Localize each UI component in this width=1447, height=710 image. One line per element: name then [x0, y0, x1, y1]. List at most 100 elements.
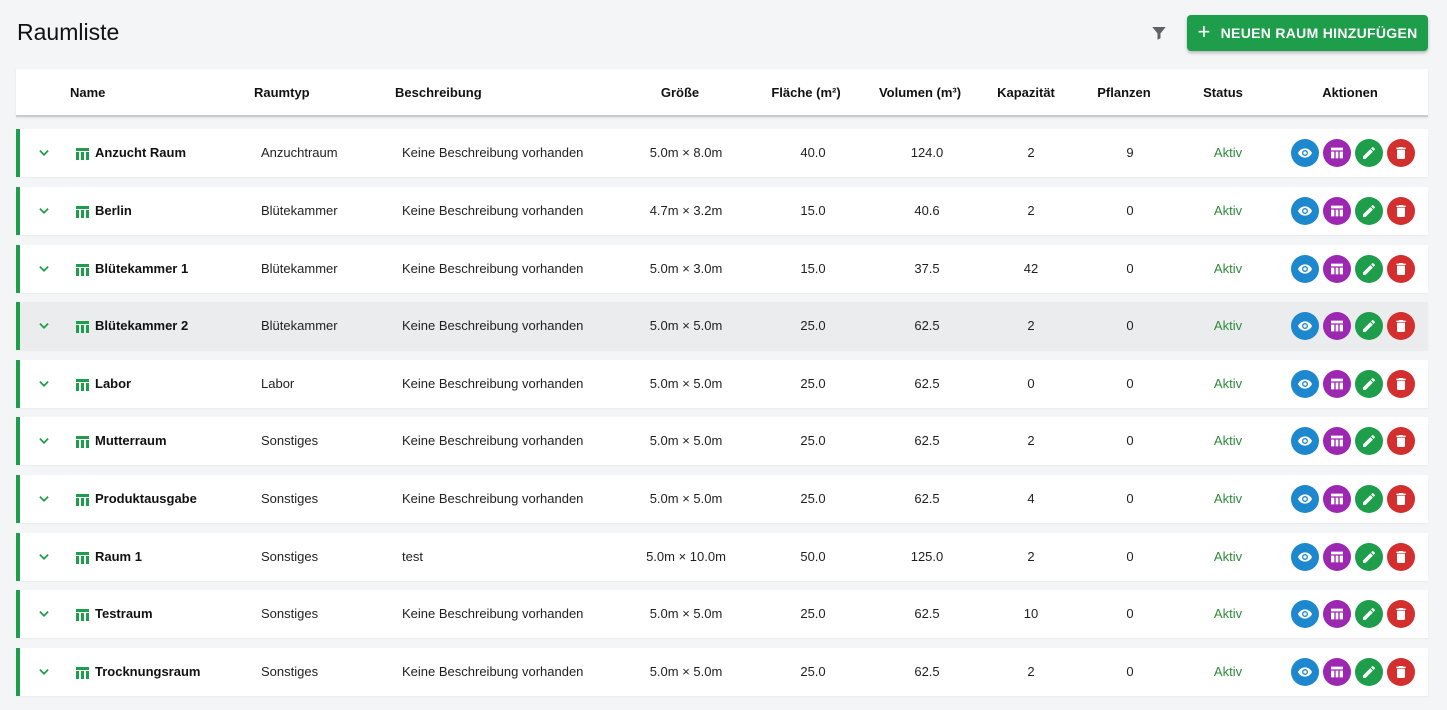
- view-button[interactable]: [1291, 312, 1319, 340]
- table-row[interactable]: Testraum Sonstiges Keine Beschreibung vorh…: [16, 590, 1428, 638]
- layout-button[interactable]: [1323, 370, 1351, 398]
- table-row[interactable]: Mutterraum Sonstiges Keine Beschreibung vo…: [16, 417, 1428, 465]
- table-row[interactable]: Raum 1 Sonstiges test 5.0m × 10.0m 50.0 125.0…: [16, 533, 1428, 581]
- edit-button[interactable]: [1355, 658, 1383, 686]
- edit-button[interactable]: [1355, 427, 1383, 455]
- view-button[interactable]: [1291, 139, 1319, 167]
- room-table-icon: [76, 263, 89, 276]
- layout-button[interactable]: [1323, 658, 1351, 686]
- layout-button[interactable]: [1323, 255, 1351, 283]
- filter-button[interactable]: [1147, 21, 1171, 45]
- delete-button[interactable]: [1387, 370, 1415, 398]
- row-actions: [1291, 485, 1415, 513]
- table-row[interactable]: Labor Labor Keine Beschreibung vorhanden 5.…: [16, 360, 1428, 408]
- cell-volume: 125.0: [910, 549, 944, 564]
- pencil-icon: [1363, 204, 1375, 217]
- cell-status: Aktiv: [1213, 664, 1243, 679]
- table-row[interactable]: Anzucht Raum Anzuchtraum Keine Beschreibun…: [16, 129, 1428, 177]
- edit-button[interactable]: [1355, 255, 1383, 283]
- edit-button[interactable]: [1355, 543, 1383, 571]
- view-button[interactable]: [1291, 600, 1319, 628]
- eye-icon: [1298, 436, 1312, 446]
- delete-button[interactable]: [1387, 139, 1415, 167]
- cell-area: 25.0: [800, 664, 826, 679]
- row-actions: [1291, 255, 1415, 283]
- table-layout-icon: [1331, 551, 1343, 563]
- table-row[interactable]: Berlin Blütekammer Keine Beschreibung vorh…: [16, 187, 1428, 235]
- edit-button[interactable]: [1355, 600, 1383, 628]
- column-header-area[interactable]: Fläche (m²): [771, 85, 840, 100]
- column-header-volume[interactable]: Volumen (m³): [879, 85, 961, 100]
- cell-status: Aktiv: [1213, 491, 1243, 506]
- table-row[interactable]: Produktausgabe Sonstiges Keine Beschreibun…: [16, 475, 1428, 523]
- add-room-button[interactable]: + NEUEN RAUM HINZUFÜGEN: [1187, 15, 1428, 51]
- chevron-down-icon[interactable]: [37, 146, 51, 160]
- layout-button[interactable]: [1323, 427, 1351, 455]
- delete-button[interactable]: [1387, 255, 1415, 283]
- delete-button[interactable]: [1387, 543, 1415, 571]
- delete-button[interactable]: [1387, 312, 1415, 340]
- table-layout-icon: [1331, 608, 1343, 620]
- view-button[interactable]: [1291, 485, 1319, 513]
- trash-icon: [1396, 263, 1406, 275]
- layout-button[interactable]: [1323, 312, 1351, 340]
- edit-button[interactable]: [1355, 370, 1383, 398]
- column-header-capacity[interactable]: Kapazität: [997, 85, 1055, 100]
- trash-icon: [1396, 320, 1406, 332]
- cell-plants: 0: [1126, 203, 1134, 218]
- chevron-down-icon[interactable]: [37, 262, 51, 276]
- layout-button[interactable]: [1323, 197, 1351, 225]
- column-header-status[interactable]: Status: [1203, 85, 1243, 100]
- edit-button[interactable]: [1355, 312, 1383, 340]
- cell-description: test: [402, 549, 423, 564]
- chevron-down-icon[interactable]: [37, 319, 51, 333]
- column-header-description[interactable]: Beschreibung: [395, 85, 482, 100]
- view-button[interactable]: [1291, 543, 1319, 571]
- room-table-icon: [76, 551, 89, 564]
- column-header-name[interactable]: Name: [70, 85, 105, 100]
- delete-button[interactable]: [1387, 427, 1415, 455]
- row-actions: [1291, 370, 1415, 398]
- view-button[interactable]: [1291, 197, 1319, 225]
- delete-button[interactable]: [1387, 485, 1415, 513]
- cell-volume: 62.5: [914, 318, 940, 333]
- chevron-down-icon[interactable]: [37, 607, 51, 621]
- trash-icon: [1396, 666, 1406, 678]
- table-layout-icon: [1331, 666, 1343, 678]
- chevron-down-icon[interactable]: [37, 377, 51, 391]
- column-header-type[interactable]: Raumtyp: [254, 85, 310, 100]
- column-header-plants[interactable]: Pflanzen: [1097, 85, 1150, 100]
- room-table-icon: [76, 666, 89, 679]
- edit-button[interactable]: [1355, 197, 1383, 225]
- column-header-size[interactable]: Größe: [661, 85, 699, 100]
- layout-button[interactable]: [1323, 543, 1351, 571]
- chevron-down-icon[interactable]: [37, 434, 51, 448]
- view-button[interactable]: [1291, 427, 1319, 455]
- delete-button[interactable]: [1387, 600, 1415, 628]
- table-row[interactable]: Blütekammer 1 Blütekammer Keine Beschreibu…: [16, 245, 1428, 293]
- layout-button[interactable]: [1323, 600, 1351, 628]
- view-button[interactable]: [1291, 370, 1319, 398]
- plus-icon: +: [1197, 19, 1211, 44]
- view-button[interactable]: [1291, 658, 1319, 686]
- table-layout-icon: [1331, 493, 1343, 505]
- delete-button[interactable]: [1387, 658, 1415, 686]
- chevron-down-icon[interactable]: [37, 492, 51, 506]
- delete-button[interactable]: [1387, 197, 1415, 225]
- table-row[interactable]: Blütekammer 2 Blütekammer Keine Beschreibu…: [16, 302, 1428, 350]
- cell-description: Keine Beschreibung vorhanden: [402, 491, 584, 506]
- edit-button[interactable]: [1355, 485, 1383, 513]
- cell-volume: 124.0: [910, 145, 944, 160]
- pencil-icon: [1363, 492, 1375, 505]
- room-table-icon: [76, 205, 89, 218]
- chevron-down-icon[interactable]: [37, 204, 51, 218]
- layout-button[interactable]: [1323, 139, 1351, 167]
- table-row[interactable]: Trocknungsraum Sonstiges Keine Beschreibun…: [16, 648, 1428, 696]
- view-button[interactable]: [1291, 255, 1319, 283]
- cell-area: 25.0: [800, 376, 826, 391]
- edit-button[interactable]: [1355, 139, 1383, 167]
- chevron-down-icon[interactable]: [37, 550, 51, 564]
- layout-button[interactable]: [1323, 485, 1351, 513]
- chevron-down-icon[interactable]: [37, 665, 51, 679]
- cell-name: Trocknungsraum: [95, 664, 201, 679]
